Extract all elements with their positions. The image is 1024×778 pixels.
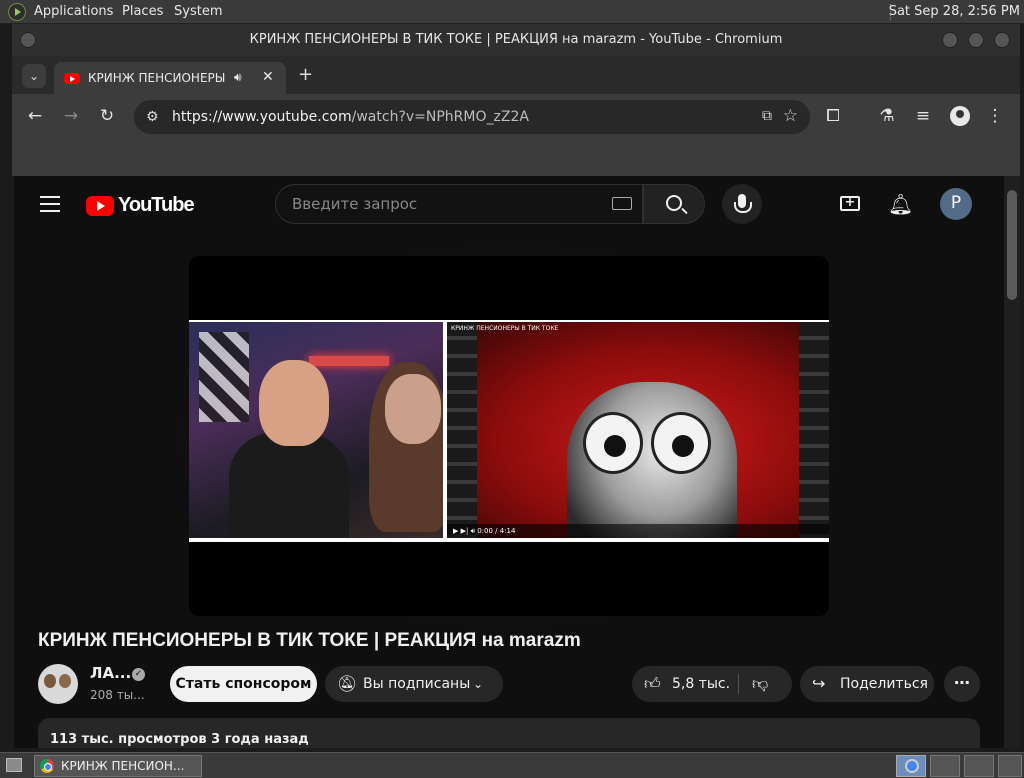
page-viewport: YouTube + 🔔︎ P <box>14 176 1004 748</box>
microphone-icon <box>734 194 752 213</box>
share-button[interactable]: ↪ Поделиться <box>800 666 934 702</box>
bottom-taskbar: КРИНЖ ПЕНСИОН... <box>0 752 1024 778</box>
workspace-4[interactable] <box>998 755 1022 777</box>
video-frame: КРИНЖ ПЕНСИОНЕРЫ В ТИК ТОКЕ ▶ ▶| 🔊︎ 0:00… <box>189 320 829 542</box>
close-window-button[interactable] <box>994 32 1010 48</box>
browser-menu-icon[interactable]: ⋮ <box>984 106 1006 126</box>
eye-icon <box>583 412 643 474</box>
video-player[interactable]: КРИНЖ ПЕНСИОНЕРЫ В ТИК ТОКЕ ▶ ▶| 🔊︎ 0:00… <box>189 256 829 616</box>
youtube-favicon-icon <box>64 73 80 84</box>
labs-flask-icon[interactable]: ⚗ <box>876 106 898 126</box>
share-arrow-icon: ↪ <box>812 674 826 693</box>
tab-title: КРИНЖ ПЕНСИОНЕРЫ В ТИК ТОКЕ | РЕАКЦИЯ на… <box>88 71 228 85</box>
toolbar-gap <box>12 140 1020 176</box>
clip-controls-bar: ▶ ▶| 🔊︎ 0:00 / 4:14 <box>447 524 829 538</box>
window-titlebar[interactable]: КРИНЖ ПЕНСИОНЕРЫ В ТИК ТОКЕ | РЕАКЦИЯ на… <box>12 24 1020 56</box>
taskbar-window-label: КРИНЖ ПЕНСИОН... <box>61 759 185 773</box>
views-and-date: 113 тыс. просмотров 3 года назад <box>50 732 309 747</box>
show-desktop-icon[interactable] <box>6 758 22 772</box>
tab-close-icon[interactable]: ✕ <box>262 69 274 85</box>
tab-search-button[interactable]: ⌄ <box>22 64 46 88</box>
minimize-button[interactable] <box>942 32 958 48</box>
back-icon[interactable]: ← <box>24 106 46 126</box>
extensions-icon[interactable]: ⧠ <box>822 106 844 126</box>
profile-icon[interactable] <box>950 106 970 126</box>
chromium-icon <box>40 759 54 773</box>
more-actions-button[interactable]: ⋯ <box>944 666 980 702</box>
eye-icon <box>651 412 711 474</box>
window-title: КРИНЖ ПЕНСИОНЕРЫ В ТИК ТОКЕ | РЕАКЦИЯ на… <box>249 32 783 47</box>
address-bar[interactable]: ⚙ https://www.youtube.com/watch?v=NPhRMO… <box>134 100 810 134</box>
workspace-3[interactable] <box>964 755 994 777</box>
search-icon <box>666 195 682 211</box>
thumbs-up-icon[interactable]: 👍︎ <box>644 666 661 702</box>
description-box[interactable]: 113 тыс. просмотров 3 года назад <box>38 718 980 748</box>
taskbar-window-button[interactable]: КРИНЖ ПЕНСИОН... <box>34 755 202 777</box>
panel-clock[interactable]: Sat Sep 28, 2:56 PM <box>889 4 1020 19</box>
like-dislike-group: 👍︎ 5,8 тыс. 👎︎ <box>632 666 792 702</box>
account-avatar[interactable]: P <box>940 188 972 220</box>
reload-icon[interactable]: ↻ <box>96 106 118 126</box>
youtube-logo-text: YouTube <box>118 194 195 216</box>
clip-overlay-title: КРИНЖ ПЕНСИОНЕРЫ В ТИК ТОКЕ <box>451 325 559 332</box>
video-title: КРИНЖ ПЕНСИОНЕРЫ В ТИК ТОКЕ | РЕАКЦИЯ на… <box>38 630 581 651</box>
guide-menu-icon[interactable] <box>40 196 60 212</box>
window-menu-button[interactable] <box>20 32 36 48</box>
thumbs-down-icon[interactable]: 👎︎ <box>752 666 768 702</box>
top-panel: Applications Places System Sat Sep 28, 2… <box>0 0 1024 24</box>
tab-strip: ⌄ КРИНЖ ПЕНСИОНЕРЫ В ТИК ТОКЕ | РЕАКЦИЯ … <box>12 56 1020 94</box>
voice-search-button[interactable] <box>722 184 762 224</box>
subscriber-count: 208 ты... <box>90 688 145 702</box>
chromium-icon <box>905 759 919 773</box>
reaction-webcam-pane <box>189 322 443 538</box>
applications-menu[interactable]: Applications <box>34 4 113 19</box>
scrollbar-thumb[interactable] <box>1007 190 1017 300</box>
bell-off-icon: 🔕︎ <box>337 674 358 693</box>
workspace-2[interactable] <box>930 755 960 777</box>
browser-toolbar: ← → ↻ ⚙ https://www.youtube.com/watch?v=… <box>12 94 1020 140</box>
site-info-icon[interactable]: ⚙ <box>146 109 159 125</box>
subscribed-label: Вы подписаны <box>363 676 471 692</box>
subscribed-button[interactable]: 🔕︎ Вы подписаны ⌄ <box>325 666 503 702</box>
tab-youtube[interactable]: КРИНЖ ПЕНСИОНЕРЫ В ТИК ТОКЕ | РЕАКЦИЯ на… <box>54 62 286 94</box>
create-video-icon[interactable]: + <box>840 196 860 211</box>
reacted-clip-pane: КРИНЖ ПЕНСИОНЕРЫ В ТИК ТОКЕ ▶ ▶| 🔊︎ 0:00… <box>447 322 829 538</box>
search-input[interactable] <box>292 195 592 213</box>
audio-playing-icon[interactable]: 🔊︎ <box>234 70 242 85</box>
youtube-logo-icon <box>86 196 114 216</box>
places-menu[interactable]: Places <box>122 4 163 19</box>
like-divider <box>738 674 739 694</box>
share-label: Поделиться <box>840 676 928 692</box>
puppet-character <box>567 382 737 538</box>
like-count[interactable]: 5,8 тыс. <box>672 666 730 702</box>
keyboard-icon[interactable] <box>612 197 632 210</box>
bookmark-star-icon[interactable]: ☆ <box>783 106 798 126</box>
search-box[interactable] <box>275 184 643 224</box>
chevron-down-icon: ⌄ <box>473 677 484 691</box>
verified-check-icon: ✓ <box>132 668 145 681</box>
forward-icon[interactable]: → <box>60 106 82 126</box>
maximize-button[interactable] <box>968 32 984 48</box>
page-scrollbar[interactable] <box>1004 176 1020 748</box>
system-menu[interactable]: System <box>174 4 222 19</box>
applications-menu-icon[interactable] <box>8 3 26 21</box>
notifications-bell-icon[interactable]: 🔔︎ <box>888 192 913 216</box>
channel-name[interactable]: ЛА... <box>90 664 131 682</box>
install-app-icon[interactable]: ⧉ <box>762 108 772 124</box>
workspace-1[interactable] <box>896 755 926 777</box>
new-tab-button[interactable]: + <box>298 64 313 85</box>
media-controls-icon[interactable]: ≡ <box>912 106 934 126</box>
channel-avatar[interactable] <box>38 664 78 704</box>
url-text[interactable]: https://www.youtube.com/watch?v=NPhRMO_z… <box>172 109 529 125</box>
join-sponsor-button[interactable]: Стать спонсором <box>170 666 317 702</box>
search-button[interactable] <box>643 184 705 224</box>
